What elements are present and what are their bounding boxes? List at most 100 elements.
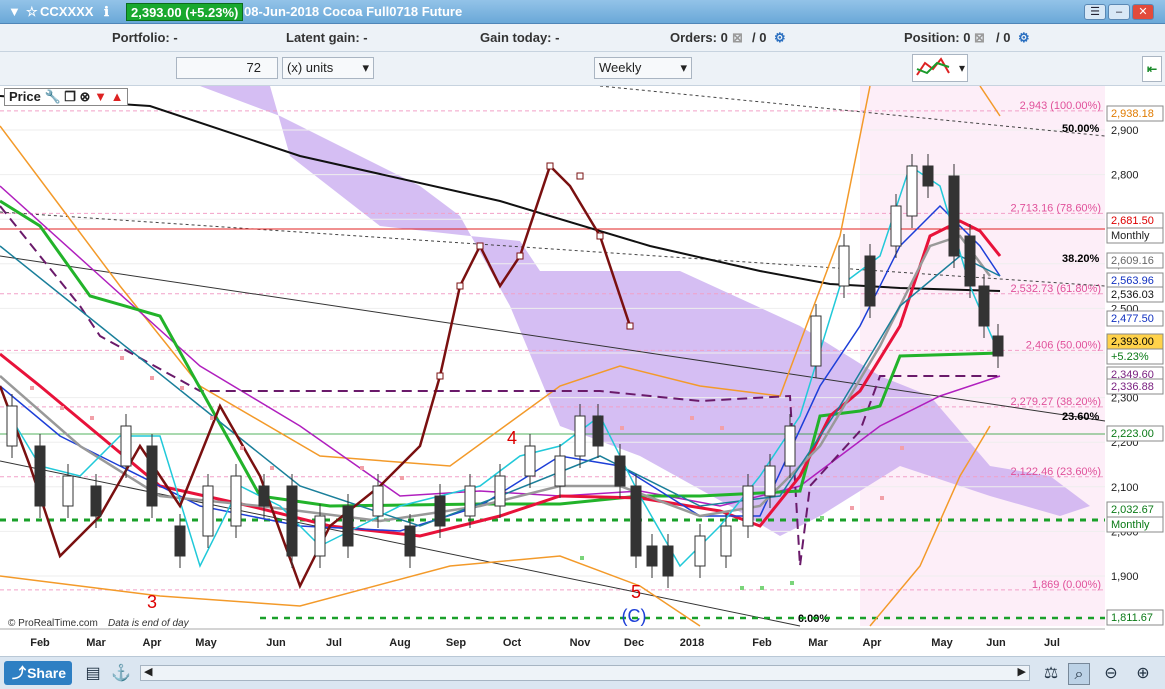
chevron-down-icon: ▾	[362, 60, 369, 75]
cancel-orders-icon[interactable]: ⊠	[732, 30, 743, 46]
symbol-label: CCXXXX	[40, 4, 94, 19]
sar-dot	[240, 446, 244, 450]
star-icon[interactable]: ☆	[26, 4, 38, 20]
scroll-right-icon[interactable]: ▶	[1018, 665, 1026, 678]
sar-dot	[690, 416, 694, 420]
share-icon: ⤴	[12, 665, 26, 681]
gann-23-label: 23.60%	[1062, 411, 1100, 423]
indicator-icon[interactable]: ▤	[82, 663, 104, 685]
arrow-up-icon[interactable]: ▲	[111, 89, 124, 104]
menu-button[interactable]: ☰	[1084, 4, 1106, 20]
sar-dot	[400, 476, 404, 480]
axis-tick-label: 2,800	[1111, 170, 1139, 182]
candle-body	[404, 525, 416, 557]
draw-tools-icon[interactable]: ⚓	[110, 663, 132, 685]
scroll-left-icon[interactable]: ◀	[144, 665, 152, 678]
zoom-out-icon[interactable]: ⊖	[1100, 663, 1122, 685]
candle-body	[258, 485, 270, 507]
sar-dot	[180, 386, 184, 390]
month-label: 2018	[680, 637, 704, 649]
candle-body	[434, 495, 446, 527]
price-tag-text: 2,536.03	[1111, 289, 1154, 301]
minimize-button[interactable]: –	[1108, 4, 1130, 20]
scrollbar[interactable]: ◀ ▶	[140, 665, 1030, 681]
month-label: Nov	[570, 637, 592, 649]
candle-body	[614, 455, 626, 487]
chevron-down-icon: ▾	[958, 61, 965, 75]
window-icon[interactable]: ❐	[64, 89, 76, 104]
sar-dot	[270, 466, 274, 470]
candle-body	[524, 445, 536, 477]
candle-body	[314, 515, 326, 557]
candle-body	[146, 445, 158, 507]
close-button[interactable]: ✕	[1132, 4, 1154, 20]
sar-dot	[900, 446, 904, 450]
autoscale-icon[interactable]: ⚖	[1040, 663, 1062, 685]
sar-dot	[580, 556, 584, 560]
units-select[interactable]: (x) units ▾	[282, 57, 374, 79]
zoom-fit-icon[interactable]: ⌕	[1068, 663, 1090, 685]
candle-body	[286, 485, 298, 557]
month-label: Mar	[808, 637, 828, 649]
order-bar: 72 (x) units ▾ Weekly ▾ ▾ ⇤	[0, 52, 1165, 86]
close-position-icon[interactable]: ⊠	[974, 30, 985, 46]
price-badge: 2,393.00 (+5.23%)	[126, 3, 244, 21]
gann-38-label: 38.20%	[1062, 253, 1100, 265]
month-label: May	[931, 637, 953, 649]
candle-body	[992, 335, 1004, 357]
oscillator-marker	[596, 232, 604, 240]
brand-label: © ProRealTime.com	[8, 618, 98, 629]
period-value: Weekly	[599, 60, 642, 75]
month-label: Sep	[446, 637, 466, 649]
month-label: Jun	[266, 637, 286, 649]
month-label: Feb	[30, 637, 50, 649]
price-tag-text: 2,477.50	[1111, 313, 1154, 325]
month-label: Apr	[863, 637, 883, 649]
share-button[interactable]: ⤴ Share	[4, 661, 72, 685]
price-chart[interactable]: 2,9002,8002,7002,6002,5002,4002,3002,200…	[0, 85, 1165, 656]
axis-tick-label: 2,100	[1111, 482, 1139, 494]
expand-panel-icon[interactable]: ⇤	[1142, 56, 1162, 82]
candle-body	[964, 235, 976, 287]
price-tag-text: 2,336.88	[1111, 381, 1154, 393]
month-label: Jul	[1044, 637, 1060, 649]
orders-count: / 0	[752, 30, 767, 45]
chart-svg: 2,9002,8002,7002,6002,5002,4002,3002,200…	[0, 85, 1164, 649]
candle-body	[592, 415, 604, 447]
oscillator-marker	[456, 282, 464, 290]
month-label: Dec	[624, 637, 644, 649]
remove-icon[interactable]: ⊗	[80, 89, 91, 104]
price-tag-text: 2,609.16	[1111, 255, 1154, 267]
wrench-icon[interactable]: 🔧	[44, 89, 60, 104]
orders-gear-icon[interactable]: ⚙	[774, 30, 786, 46]
sar-dot	[150, 376, 154, 380]
sar-dot	[360, 466, 364, 470]
price-legend: Price 🔧 ❐ ⊗ ▼ ▲	[4, 88, 129, 106]
quantity-stepper[interactable]: 72	[176, 57, 278, 79]
portfolio-label: Portfolio: -	[112, 30, 178, 45]
candle-body	[62, 475, 74, 507]
share-label: Share	[27, 665, 66, 681]
wave-label: 4	[507, 428, 517, 448]
latent-gain-label: Latent gain: -	[286, 30, 368, 45]
candle-body	[646, 545, 658, 567]
position-gear-icon[interactable]: ⚙	[1018, 30, 1030, 46]
fib-label: 2,713.16 (78.60%)	[1010, 202, 1101, 214]
gain-today-label: Gain today: -	[480, 30, 560, 45]
period-select[interactable]: Weekly ▾	[594, 57, 692, 79]
price-tag-text: 2,223.00	[1111, 428, 1154, 440]
wave-label: 3	[147, 592, 157, 612]
chart-type-button[interactable]: ▾	[912, 54, 968, 82]
candle-body	[120, 425, 132, 467]
oscillator-marker	[436, 372, 444, 380]
candle-body	[464, 485, 476, 517]
fib-label: 2,279.27 (38.20%)	[1010, 396, 1101, 408]
info-icon[interactable]: ℹ	[104, 4, 109, 20]
instrument-desc: 08-Jun-2018 Cocoa Full0718 Future	[244, 4, 463, 19]
arrow-down-icon[interactable]: ▼	[94, 89, 107, 104]
candle-body	[906, 165, 918, 217]
zoom-in-icon[interactable]: ⊕	[1132, 663, 1154, 685]
candle-body	[34, 445, 46, 507]
candle-body	[574, 415, 586, 457]
fib-label: 1,869 (0.00%)	[1032, 579, 1101, 591]
